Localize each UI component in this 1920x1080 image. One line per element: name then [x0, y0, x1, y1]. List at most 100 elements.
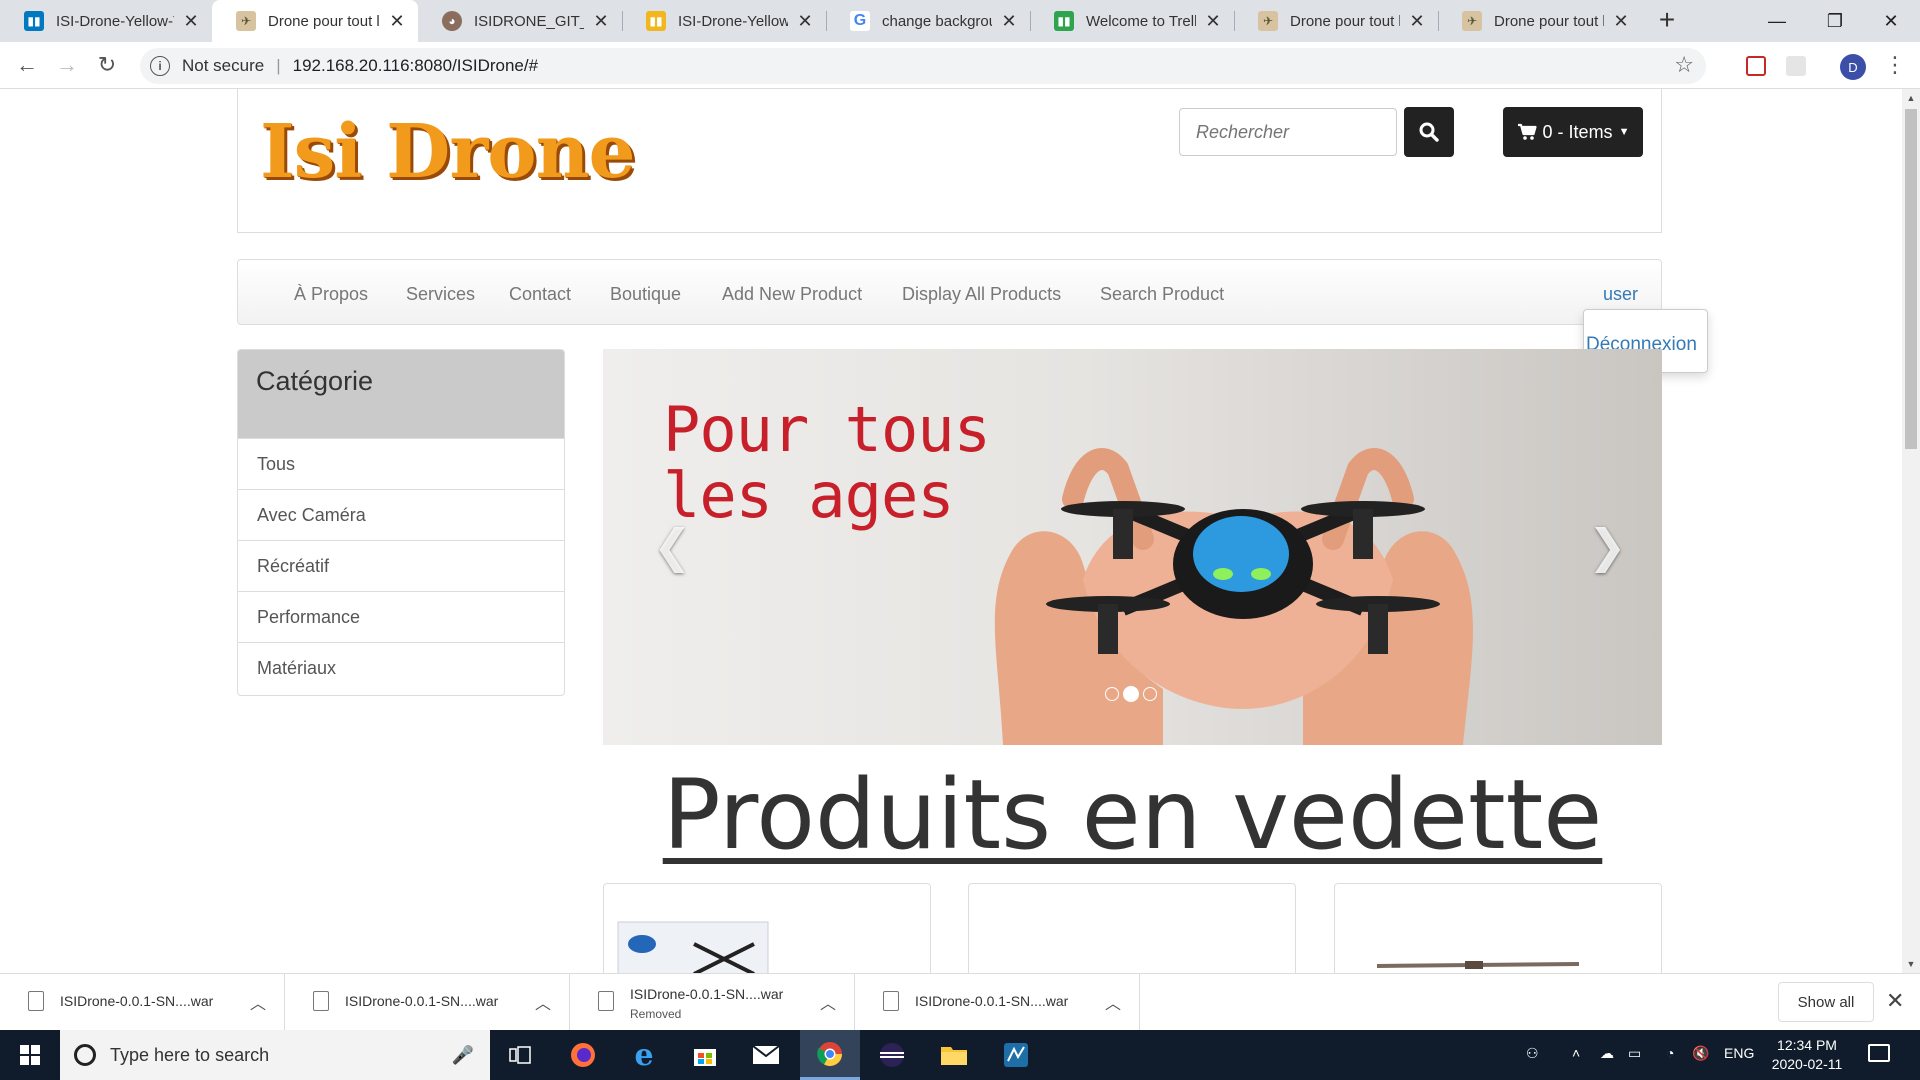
notifications-icon[interactable]	[1868, 1044, 1890, 1062]
volume-muted-icon[interactable]: 🔇	[1692, 1045, 1709, 1062]
chevron-up-icon[interactable]: ︿	[250, 990, 266, 1014]
nav-add-product[interactable]: Add New Product	[722, 284, 862, 305]
task-view-icon[interactable]	[490, 1030, 550, 1080]
back-button[interactable]: ←	[10, 48, 44, 82]
download-name: ISIDrone-0.0.1-SN....war	[345, 993, 499, 1009]
nav-search-product[interactable]: Search Product	[1100, 284, 1224, 305]
search-button[interactable]	[1404, 107, 1454, 157]
carousel-next-icon[interactable]: ❯	[1588, 519, 1627, 573]
nav-contact[interactable]: Contact	[509, 284, 571, 305]
chevron-up-icon[interactable]: ︿	[820, 990, 836, 1014]
clock[interactable]: 12:34 PM 2020-02-11	[1762, 1036, 1852, 1074]
product-card[interactable]	[603, 883, 931, 973]
nav-display-products[interactable]: Display All Products	[902, 284, 1061, 305]
chrome-icon[interactable]	[800, 1030, 860, 1080]
category-item-all[interactable]: Tous	[238, 438, 564, 489]
scroll-thumb[interactable]	[1905, 109, 1917, 449]
cart-button[interactable]: 0 - Items ▼	[1503, 107, 1643, 157]
browser-tab[interactable]: ▮▮ ISI-Drone-Yellow | ✕	[622, 0, 826, 42]
download-status: Removed	[630, 1007, 682, 1021]
close-icon[interactable]: ✕	[1612, 11, 1630, 32]
download-item[interactable]: ISIDrone-0.0.1-SN....war ︿	[0, 974, 285, 1031]
chevron-up-icon[interactable]: ︿	[1105, 990, 1121, 1014]
browser-tab[interactable]: ✈ Drone pour tout le ✕	[1438, 0, 1642, 42]
chevron-up-icon[interactable]: ︿	[535, 990, 551, 1014]
wifi-icon[interactable]: ◔	[1666, 1045, 1674, 1061]
download-item[interactable]: ISIDrone-0.0.1-SN....war ︿	[855, 974, 1140, 1031]
language-indicator[interactable]: ENG	[1724, 1045, 1754, 1061]
microphone-icon[interactable]: 🎤	[452, 1045, 474, 1066]
extension-icon[interactable]	[1746, 56, 1766, 76]
browser-tab[interactable]: ✈ Drone pour tout le ✕	[1234, 0, 1438, 42]
store-icon[interactable]	[675, 1030, 735, 1080]
reload-button[interactable]: ↻	[90, 48, 124, 82]
product-card[interactable]	[1334, 883, 1662, 973]
download-name: ISIDrone-0.0.1-SN....war	[630, 986, 784, 1002]
close-icon[interactable]: ✕	[182, 11, 200, 32]
carousel-dot[interactable]	[1143, 687, 1157, 701]
page-scrollbar[interactable]: ▲ ▼	[1902, 89, 1920, 973]
browser-tab[interactable]: ▮▮ ISI-Drone-Yellow-T ✕	[0, 0, 212, 42]
file-explorer-icon[interactable]	[924, 1030, 984, 1080]
category-panel: Catégorie Tous Avec Caméra Récréatif Per…	[237, 349, 565, 696]
browser-tab-active[interactable]: ✈ Drone pour tout le ✕	[212, 0, 418, 42]
close-icon[interactable]: ✕	[388, 11, 406, 32]
eclipse-icon[interactable]	[862, 1030, 922, 1080]
carousel-prev-icon[interactable]: ❮	[653, 519, 692, 573]
close-icon[interactable]: ✕	[796, 11, 814, 32]
close-icon[interactable]: ✕	[592, 11, 610, 32]
browser-tab[interactable]: G change backgroun ✕	[826, 0, 1030, 42]
show-all-button[interactable]: Show all	[1778, 982, 1874, 1022]
profile-avatar[interactable]: D	[1840, 54, 1866, 80]
product-card[interactable]	[968, 883, 1296, 973]
user-menu[interactable]: user	[1603, 284, 1638, 305]
category-item-materials[interactable]: Matériaux	[238, 642, 564, 693]
browser-tab[interactable]: ▮▮ Welcome to Trello! ✕	[1030, 0, 1234, 42]
carousel-dot[interactable]	[1105, 687, 1119, 701]
edge-icon[interactable]: e	[614, 1030, 674, 1080]
site-logo[interactable]: Isi Drone	[260, 115, 636, 189]
onedrive-icon[interactable]: ☁	[1600, 1045, 1614, 1062]
address-bar[interactable]: i Not secure | 192.168.20.116:8080/ISIDr…	[140, 48, 1706, 84]
taskbar-search-placeholder: Type here to search	[110, 1044, 270, 1065]
download-item[interactable]: ISIDrone-0.0.1-SN....war ︿	[285, 974, 570, 1031]
extension-icon[interactable]	[1786, 56, 1806, 76]
restore-button[interactable]: ❐	[1806, 0, 1864, 42]
scroll-up-icon[interactable]: ▲	[1902, 89, 1920, 107]
close-icon[interactable]: ✕	[1000, 11, 1018, 32]
mysql-workbench-icon[interactable]	[986, 1030, 1046, 1080]
battery-icon[interactable]: ▭	[1628, 1045, 1641, 1062]
mail-icon[interactable]	[736, 1030, 796, 1080]
drone-favicon: ✈	[1462, 11, 1482, 31]
info-icon[interactable]: i	[150, 56, 170, 76]
chevron-up-icon[interactable]: ˄	[1572, 1045, 1580, 1061]
browser-tab[interactable]: ◕ ISIDRONE_GIT_YEL ✕	[418, 0, 622, 42]
minimize-button[interactable]: —	[1748, 0, 1806, 42]
carousel-dot-active[interactable]	[1123, 686, 1139, 702]
forward-button[interactable]: →	[50, 48, 84, 82]
firefox-icon[interactable]	[553, 1030, 613, 1080]
close-icon[interactable]: ✕	[1204, 11, 1222, 32]
category-item-camera[interactable]: Avec Caméra	[238, 489, 564, 540]
close-icon[interactable]: ✕	[1886, 988, 1904, 1014]
search-icon	[1419, 122, 1439, 142]
category-item-performance[interactable]: Performance	[238, 591, 564, 642]
new-tab-button[interactable]: +	[1652, 6, 1682, 36]
drone-favicon: ✈	[1258, 11, 1278, 31]
close-window-button[interactable]: ✕	[1862, 0, 1920, 42]
scroll-down-icon[interactable]: ▼	[1902, 955, 1920, 973]
close-icon[interactable]: ✕	[1408, 11, 1426, 32]
people-icon[interactable]: ⚇	[1526, 1045, 1539, 1062]
nav-about[interactable]: À Propos	[294, 284, 368, 305]
search-input[interactable]	[1179, 108, 1397, 156]
start-button[interactable]	[0, 1030, 60, 1080]
nav-services[interactable]: Services	[406, 284, 475, 305]
url-text[interactable]: 192.168.20.116:8080/ISIDrone/#	[293, 56, 538, 76]
firefox-glyph	[571, 1043, 595, 1067]
star-icon[interactable]: ☆	[1674, 52, 1694, 78]
category-item-recreational[interactable]: Récréatif	[238, 540, 564, 591]
menu-icon[interactable]: ⋮	[1884, 52, 1906, 78]
taskbar-search[interactable]: Type here to search 🎤	[60, 1030, 490, 1080]
download-item[interactable]: ISIDrone-0.0.1-SN....war Removed ︿	[570, 974, 855, 1031]
nav-boutique[interactable]: Boutique	[610, 284, 681, 305]
